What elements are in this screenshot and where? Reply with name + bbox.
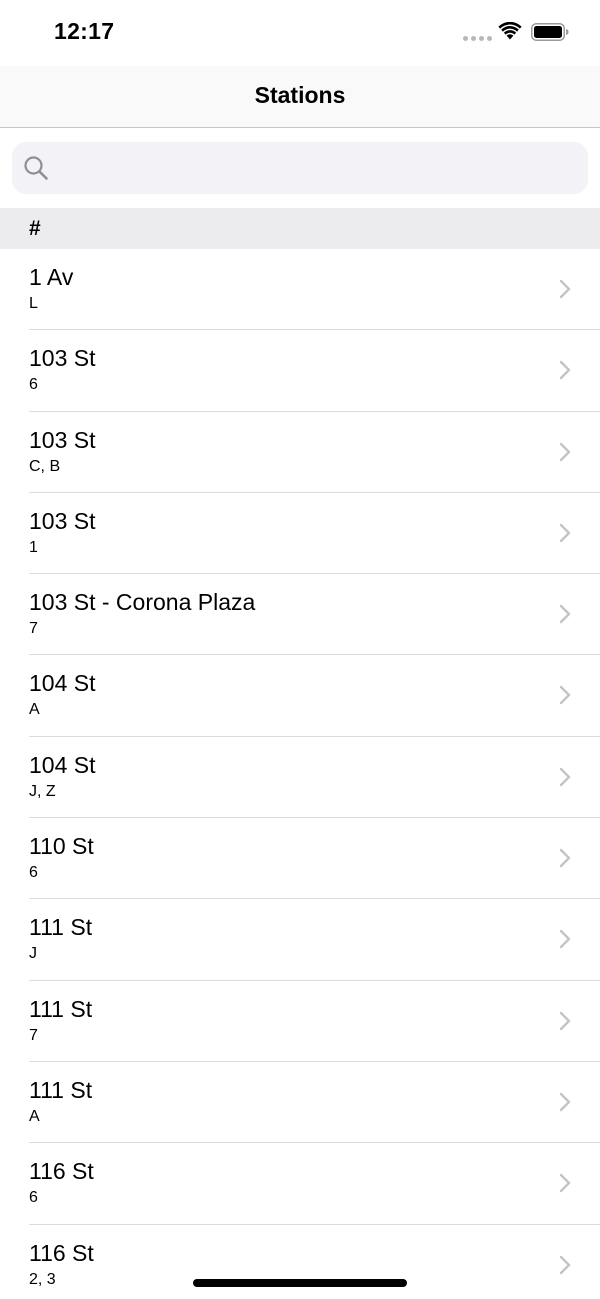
station-row[interactable]: 103 St C, B <box>0 411 600 494</box>
station-name: 116 St <box>29 1239 94 1266</box>
station-lines: C, B <box>29 457 61 475</box>
chevron-right-icon <box>559 523 571 543</box>
chevron-right-icon <box>559 279 571 299</box>
status-time: 12:17 <box>54 18 115 44</box>
chevron-right-icon <box>559 1011 571 1030</box>
station-lines: A <box>29 701 40 719</box>
station-name: 111 St <box>29 914 93 941</box>
station-lines: 6 <box>29 1189 38 1207</box>
station-lines: L <box>29 295 38 312</box>
chevron-right-icon <box>559 1255 571 1274</box>
station-name: 110 St <box>29 833 94 860</box>
battery-icon <box>531 23 569 41</box>
station-name: 1 Av <box>29 264 74 290</box>
station-name: 116 St <box>29 1158 94 1185</box>
cellular-dots-icon <box>463 36 492 41</box>
wifi-icon <box>498 22 522 40</box>
station-row[interactable]: 111 St J <box>0 899 600 981</box>
station-lines: 2, 3 <box>29 1270 56 1288</box>
chevron-right-icon <box>559 767 571 786</box>
station-lines: 1 <box>29 538 38 556</box>
station-row[interactable]: 104 St J, Z <box>0 736 600 819</box>
station-name: 104 St <box>29 751 96 778</box>
station-name: 103 St <box>29 507 96 534</box>
section-header-label: # <box>29 217 41 240</box>
chevron-right-icon <box>559 1174 571 1193</box>
home-indicator[interactable] <box>193 1279 407 1287</box>
station-row[interactable]: 104 St A <box>0 655 600 738</box>
search-icon <box>24 156 48 180</box>
station-name: 111 St <box>29 995 93 1022</box>
chevron-right-icon <box>559 604 571 624</box>
station-lines: J, Z <box>29 782 56 800</box>
station-name: 103 St - Corona Plaza <box>29 589 256 616</box>
station-name: 111 St <box>29 1076 93 1103</box>
navigation-bar: Stations <box>0 66 600 128</box>
station-row[interactable]: 103 St 1 <box>0 492 600 575</box>
station-row[interactable]: 103 St - Corona Plaza 7 <box>0 574 600 656</box>
station-row[interactable]: 110 St 6 <box>0 818 600 900</box>
search-field[interactable] <box>12 141 588 195</box>
station-name: 104 St <box>29 670 96 697</box>
chevron-right-icon <box>559 1092 571 1112</box>
station-row[interactable]: 1 Av L <box>0 249 600 331</box>
page-title: Stations <box>254 82 346 108</box>
station-lines: 7 <box>29 620 38 638</box>
chevron-right-icon <box>559 361 571 380</box>
station-row[interactable]: 111 St 7 <box>0 980 600 1063</box>
search-bar <box>0 128 600 208</box>
station-row[interactable]: 116 St 2, 3 <box>0 1224 600 1299</box>
station-lines: A <box>29 1107 40 1125</box>
chevron-right-icon <box>559 442 571 461</box>
station-name: 103 St <box>29 345 96 372</box>
station-lines: J <box>29 945 37 963</box>
station-list: 1 Av L 103 St 6 103 St C, B 103 St 1 103… <box>0 249 600 1299</box>
status-bar: 12:17 <box>0 0 600 66</box>
station-row[interactable]: 103 St 6 <box>0 330 600 412</box>
station-name: 103 St <box>29 426 96 453</box>
station-lines: 7 <box>29 1026 38 1044</box>
chevron-right-icon <box>559 930 571 949</box>
search-input[interactable] <box>57 141 588 195</box>
station-row[interactable]: 111 St A <box>0 1061 600 1144</box>
chevron-right-icon <box>559 848 571 868</box>
stations-screen: 12:17 Stations # 1 Av L 103 St 6 103 St … <box>0 0 600 1299</box>
section-header: # <box>0 208 600 249</box>
station-lines: 6 <box>29 864 38 882</box>
station-row[interactable]: 116 St 6 <box>0 1143 600 1225</box>
chevron-right-icon <box>559 686 571 705</box>
station-lines: 6 <box>29 376 38 394</box>
